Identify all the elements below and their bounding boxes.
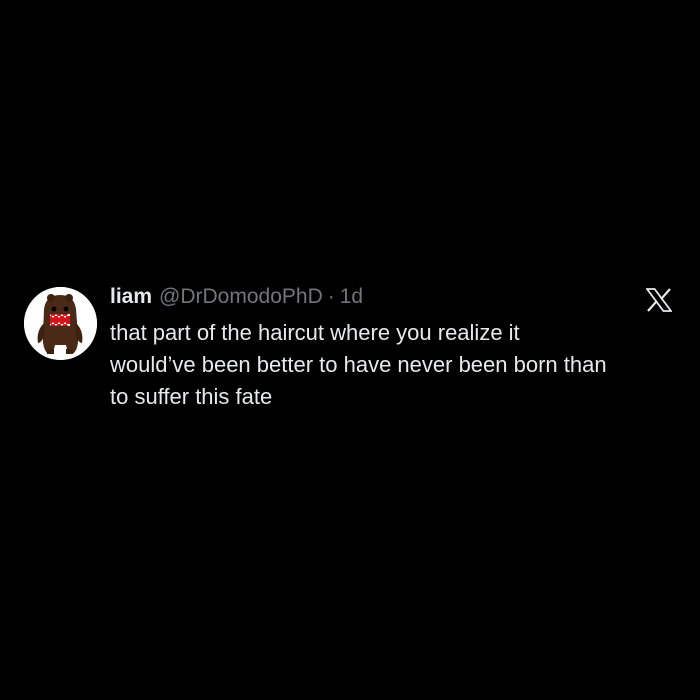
x-logo-icon[interactable] xyxy=(646,288,672,312)
domo-avatar-icon xyxy=(24,287,97,360)
tweet-text-line: would’ve been better to have never been … xyxy=(110,352,607,377)
tweet-header: liam @DrDomodoPhD · 1d xyxy=(110,285,363,313)
tweet-text-line: to suffer this fate xyxy=(110,384,273,409)
tweet-card-page: liam @DrDomodoPhD · 1d that part of the … xyxy=(0,0,700,700)
tweet-text-line: that part of the haircut where you reali… xyxy=(110,320,520,345)
avatar[interactable] xyxy=(24,287,97,360)
tweet-text: that part of the haircut where you reali… xyxy=(110,317,680,413)
display-name[interactable]: liam xyxy=(110,285,152,309)
separator-dot: · xyxy=(327,285,335,308)
timestamp[interactable]: 1d xyxy=(340,285,363,309)
user-handle[interactable]: @DrDomodoPhD xyxy=(159,285,323,309)
